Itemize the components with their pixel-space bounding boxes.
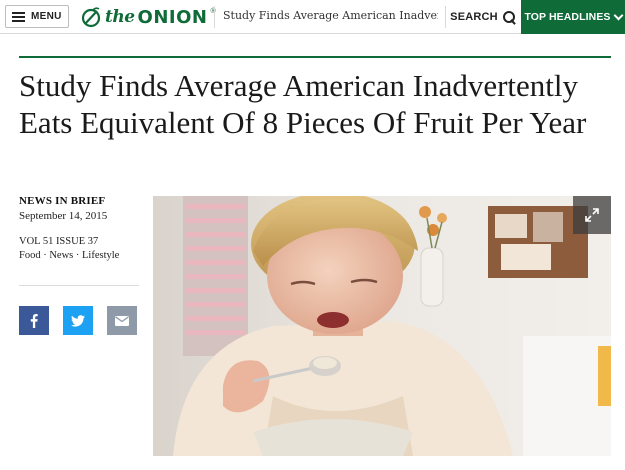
onion-globe-icon [81, 7, 101, 28]
meta-divider [19, 285, 139, 286]
issue-label: VOL 51 ISSUE 37 [19, 236, 99, 247]
expand-icon [585, 208, 599, 222]
search-label: SEARCH [450, 11, 498, 23]
section-label[interactable]: NEWS IN BRIEF [19, 195, 144, 207]
search-icon [502, 10, 516, 24]
topic-tags[interactable]: Food · News · Lifestyle [19, 250, 144, 261]
menu-button[interactable]: MENU [5, 5, 69, 28]
nav-headline-preview: Study Finds Average American Inadvertent… [223, 9, 438, 22]
nav-divider [214, 6, 215, 28]
top-headlines-button[interactable]: TOP HEADLINES [521, 0, 625, 34]
search-button[interactable]: SEARCH [446, 0, 520, 34]
email-icon [115, 315, 129, 326]
twitter-icon [71, 314, 85, 327]
publish-date: September 14, 2015 [19, 210, 108, 222]
hamburger-icon [12, 11, 25, 22]
photo-girl-eating-icon [153, 196, 611, 456]
article-photo[interactable] [153, 196, 611, 456]
chevron-down-icon [613, 10, 623, 20]
top-headlines-label: TOP HEADLINES [524, 11, 611, 23]
article-title: Study Finds Average American Inadvertent… [19, 68, 587, 140]
logo-the-text: the [105, 7, 135, 27]
facebook-share-button[interactable] [19, 306, 49, 335]
headline-top-rule [19, 56, 611, 58]
expand-photo-button[interactable] [573, 196, 611, 234]
share-buttons [19, 306, 137, 335]
top-nav-bar: MENU the ONION ® Study Finds Average Ame… [0, 0, 625, 34]
twitter-share-button[interactable] [63, 306, 93, 335]
menu-label: MENU [31, 11, 62, 22]
logo-onion-text: ONION [137, 6, 208, 28]
the-onion-logo[interactable]: the ONION ® [80, 4, 216, 30]
article-meta: NEWS IN BRIEF September 14, 2015 VOL 51 … [19, 195, 144, 261]
email-share-button[interactable] [107, 306, 137, 335]
facebook-icon [30, 313, 38, 328]
